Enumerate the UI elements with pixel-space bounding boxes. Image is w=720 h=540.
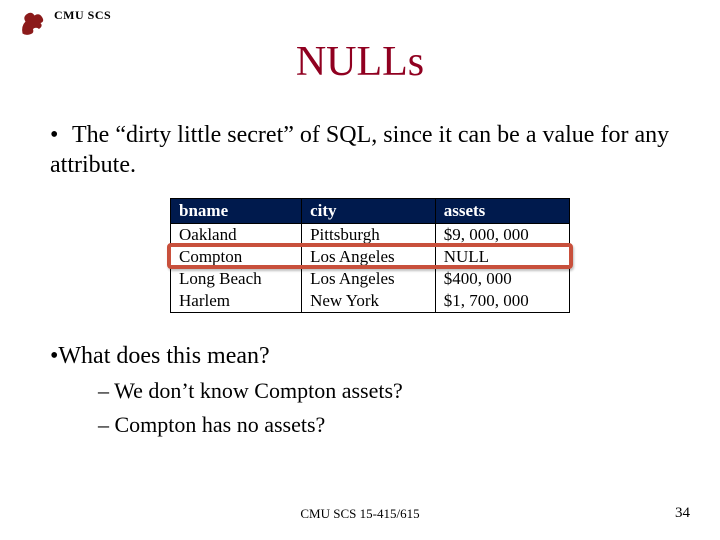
- slide-title: NULLs: [0, 38, 720, 86]
- cell-bname: Long Beach: [171, 268, 302, 290]
- cell-bname: Compton: [171, 246, 302, 268]
- sub-bullet-2: – Compton has no assets?: [98, 411, 680, 439]
- cmu-dragon-logo: [18, 8, 48, 38]
- cell-city: New York: [302, 290, 436, 313]
- col-bname: bname: [171, 199, 302, 224]
- slide-content: •The “dirty little secret” of SQL, since…: [50, 120, 680, 438]
- table-row: Harlem New York $1, 700, 000: [171, 290, 570, 313]
- table-row: Long Beach Los Angeles $400, 000: [171, 268, 570, 290]
- sub-bullet-1: – We don’t know Compton assets?: [98, 377, 680, 405]
- example-table-wrap: bname city assets Oakland Pittsburgh $9,…: [170, 198, 570, 313]
- cell-assets: NULL: [435, 246, 569, 268]
- bullet-main-text: The “dirty little secret” of SQL, since …: [50, 122, 669, 178]
- branch-table: bname city assets Oakland Pittsburgh $9,…: [170, 198, 570, 313]
- cell-city: Pittsburgh: [302, 224, 436, 247]
- cell-city: Los Angeles: [302, 246, 436, 268]
- cell-assets: $400, 000: [435, 268, 569, 290]
- cell-city: Los Angeles: [302, 268, 436, 290]
- cell-assets: $1, 700, 000: [435, 290, 569, 313]
- cell-bname: Harlem: [171, 290, 302, 313]
- bullet-question: •What does this mean?: [50, 341, 680, 371]
- bullet-main: •The “dirty little secret” of SQL, since…: [50, 120, 680, 180]
- cell-assets: $9, 000, 000: [435, 224, 569, 247]
- slide-header: CMU SCS: [18, 8, 111, 38]
- page-number: 34: [675, 505, 690, 522]
- table-row: Oakland Pittsburgh $9, 000, 000: [171, 224, 570, 247]
- col-assets: assets: [435, 199, 569, 224]
- header-org: CMU SCS: [54, 8, 111, 23]
- cell-bname: Oakland: [171, 224, 302, 247]
- bullet-question-text: What does this mean?: [58, 343, 269, 369]
- table-row: Compton Los Angeles NULL: [171, 246, 570, 268]
- slide-footer: CMU SCS 15-415/615: [0, 506, 720, 522]
- col-city: city: [302, 199, 436, 224]
- table-header-row: bname city assets: [171, 199, 570, 224]
